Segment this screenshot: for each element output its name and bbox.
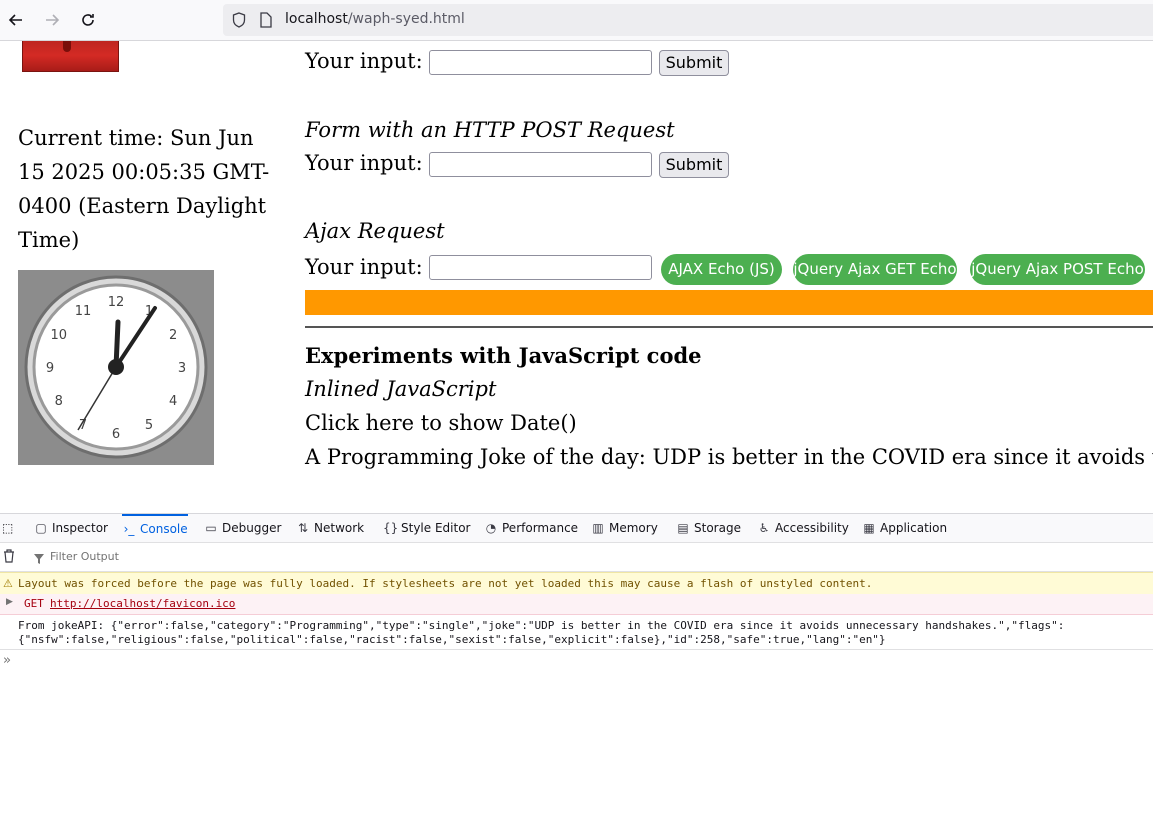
- element-picker-icon[interactable]: ⬚: [2, 514, 13, 542]
- devtools-tabbar: ⬚ ▢ Inspector ›_ Console ▭ Debugger ⇅ Network {}…: [0, 514, 1153, 543]
- tab-label: Storage: [694, 521, 741, 535]
- jquery-ajax-get-button[interactable]: jQuery Ajax GET Echo: [793, 254, 957, 285]
- analog-clock: 12 1 2 3 4 5 6 7 8 9 10 11: [18, 270, 214, 465]
- page-icon: [260, 12, 272, 32]
- tab-label: Inspector: [52, 521, 108, 535]
- console-error: ▶ GET http://localhost/favicon.ico: [0, 594, 1153, 615]
- console-filter-row: Filter Output: [0, 543, 1153, 572]
- tab-label: Accessibility: [775, 521, 849, 535]
- post-form-heading: Form with an HTTP POST Request: [305, 118, 675, 142]
- ajax-echo-js-button[interactable]: AJAX Echo (JS): [661, 254, 782, 285]
- clock-number: 4: [169, 394, 177, 409]
- divider: [305, 326, 1153, 328]
- browser-toolbar: localhost/waph-syed.html: [0, 0, 1153, 41]
- storage-icon: ▤: [677, 521, 689, 535]
- tab-memory[interactable]: ▥ Memory: [591, 514, 658, 542]
- tab-console[interactable]: ›_ Console: [122, 514, 188, 542]
- shield-icon[interactable]: [232, 12, 246, 32]
- clock-number: 3: [178, 361, 186, 376]
- warning-text: Layout was forced before the page was fu…: [18, 577, 873, 590]
- inline-js-heading: Inlined JavaScript: [305, 377, 497, 401]
- log-line-2: {"nsfw":false,"religious":false,"politic…: [18, 633, 886, 646]
- tab-label: Console: [140, 522, 188, 536]
- tab-network[interactable]: ⇅ Network: [296, 514, 364, 542]
- tab-label: Style Editor: [401, 521, 471, 535]
- filter-output-input[interactable]: Filter Output: [50, 550, 119, 563]
- tab-performance[interactable]: ◔ Performance: [484, 514, 578, 542]
- clock-number: 9: [46, 361, 54, 376]
- clock-number: 8: [55, 394, 63, 409]
- trash-icon[interactable]: [2, 548, 16, 568]
- response-bar: [305, 290, 1153, 315]
- post-submit-button[interactable]: Submit: [659, 152, 729, 178]
- accessibility-icon: ♿: [758, 521, 770, 535]
- memory-icon: ▥: [592, 521, 604, 535]
- tab-accessibility[interactable]: ♿ Accessibility: [757, 514, 849, 542]
- ajax-input-field[interactable]: [429, 255, 652, 280]
- current-time: Current time: Sun Jun 15 2025 00:05:35 G…: [18, 126, 270, 252]
- joke-text: A Programming Joke of the day: UDP is be…: [305, 445, 1153, 469]
- tab-label: Debugger: [222, 521, 282, 535]
- get-submit-button[interactable]: Submit: [659, 50, 729, 76]
- url-path: /waph-syed.html: [347, 11, 465, 27]
- expand-arrow-icon[interactable]: ▶: [6, 597, 13, 607]
- console-warning: ⚠ Layout was forced before the page was …: [0, 572, 1153, 595]
- devtools-panel: ⬚ ▢ Inspector ›_ Console ▭ Debugger ⇅ Network {}…: [0, 513, 1153, 827]
- warning-icon: ⚠: [3, 577, 13, 590]
- ajax-heading: Ajax Request: [305, 219, 445, 243]
- get-input-label: Your input:: [305, 49, 423, 73]
- tab-label: Network: [314, 521, 365, 535]
- get-input-field[interactable]: [429, 50, 652, 75]
- clock-number: 2: [169, 328, 177, 343]
- error-method: GET: [24, 597, 44, 610]
- clock-number: 6: [112, 427, 120, 442]
- console-icon: ›_: [123, 522, 135, 536]
- tab-label: Memory: [609, 521, 658, 535]
- inspector-icon: ▢: [35, 521, 47, 535]
- jquery-ajax-post-button[interactable]: jQuery Ajax POST Echo: [970, 254, 1145, 285]
- js-section-title: Experiments with JavaScript code: [305, 343, 702, 368]
- clock-number: 5: [145, 418, 153, 433]
- tab-debugger[interactable]: ▭ Debugger: [204, 514, 281, 542]
- application-icon: ▦: [863, 521, 875, 535]
- show-date-link[interactable]: Click here to show Date(): [305, 411, 577, 435]
- console-log: From jokeAPI: {"error":false,"category":…: [0, 615, 1153, 650]
- tab-storage[interactable]: ▤ Storage: [676, 514, 741, 542]
- url-host: localhost: [285, 11, 348, 27]
- tab-label: Application: [880, 521, 948, 535]
- tab-style-editor[interactable]: {} Style Editor: [383, 514, 470, 542]
- debugger-icon: ▭: [205, 521, 217, 535]
- page-content: Current time: Sun Jun 15 2025 00:05:35 G…: [0, 41, 1153, 513]
- clock-number: 12: [108, 295, 125, 310]
- filter-icon: [34, 550, 44, 569]
- console-prompt-icon[interactable]: »: [3, 653, 11, 668]
- post-input-label: Your input:: [305, 151, 423, 175]
- clock-number: 11: [75, 304, 92, 319]
- profile-photo: [22, 41, 119, 72]
- back-arrow-icon[interactable]: [4, 8, 28, 32]
- log-line-1: From jokeAPI: {"error":false,"category":…: [18, 619, 1065, 632]
- post-input-field[interactable]: [429, 152, 652, 177]
- style-editor-icon: {}: [383, 521, 399, 535]
- forward-arrow-icon[interactable]: [40, 8, 64, 32]
- url-text: localhost/waph-syed.html: [285, 11, 465, 27]
- clock-number: 10: [51, 328, 68, 343]
- address-bar[interactable]: localhost/waph-syed.html: [223, 4, 1153, 36]
- error-url[interactable]: http://localhost/favicon.ico: [50, 597, 235, 610]
- tab-label: Performance: [502, 521, 579, 535]
- tab-inspector[interactable]: ▢ Inspector: [34, 514, 108, 542]
- performance-icon: ◔: [485, 521, 497, 535]
- tab-application[interactable]: ▦ Application: [862, 514, 947, 542]
- network-icon: ⇅: [297, 521, 309, 535]
- reload-icon[interactable]: [76, 8, 100, 32]
- ajax-input-label: Your input:: [305, 255, 423, 279]
